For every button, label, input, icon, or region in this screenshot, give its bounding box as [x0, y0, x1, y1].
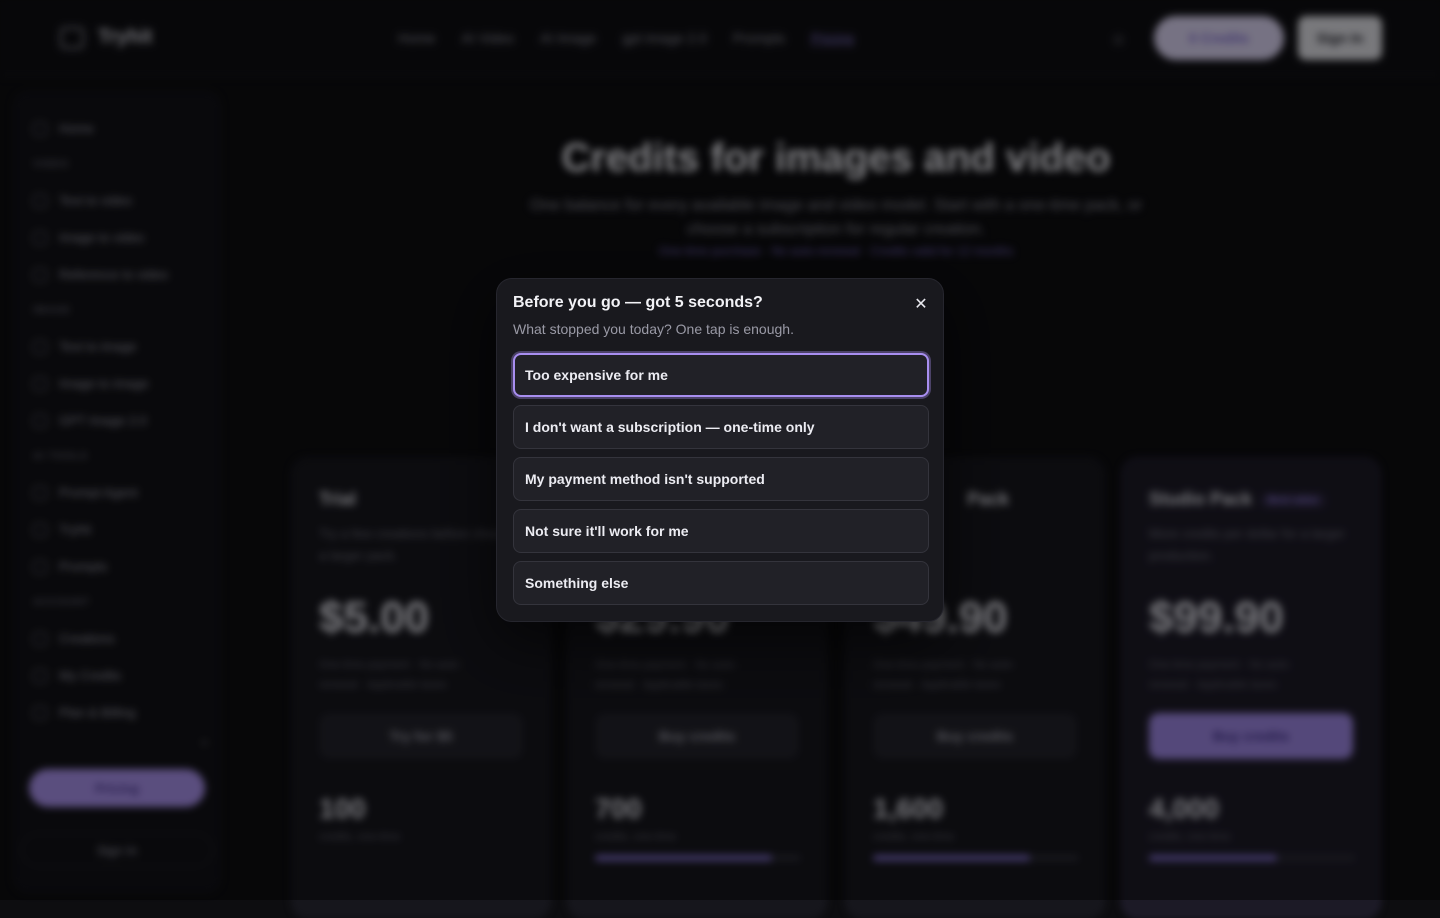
modal-subtitle: What stopped you today? One tap is enoug…: [513, 321, 794, 337]
option-something-else[interactable]: Something else: [513, 561, 929, 605]
option-too-expensive[interactable]: Too expensive for me: [513, 353, 929, 397]
option-not-sure[interactable]: Not sure it'll work for me: [513, 509, 929, 553]
option-no-subscription[interactable]: I don't want a subscription — one-time o…: [513, 405, 929, 449]
close-icon[interactable]: ✕: [909, 293, 933, 315]
modal-title: Before you go — got 5 seconds?: [513, 294, 763, 312]
exit-survey-modal: Before you go — got 5 seconds? What stop…: [496, 278, 944, 622]
option-payment-not-supported[interactable]: My payment method isn't supported: [513, 457, 929, 501]
